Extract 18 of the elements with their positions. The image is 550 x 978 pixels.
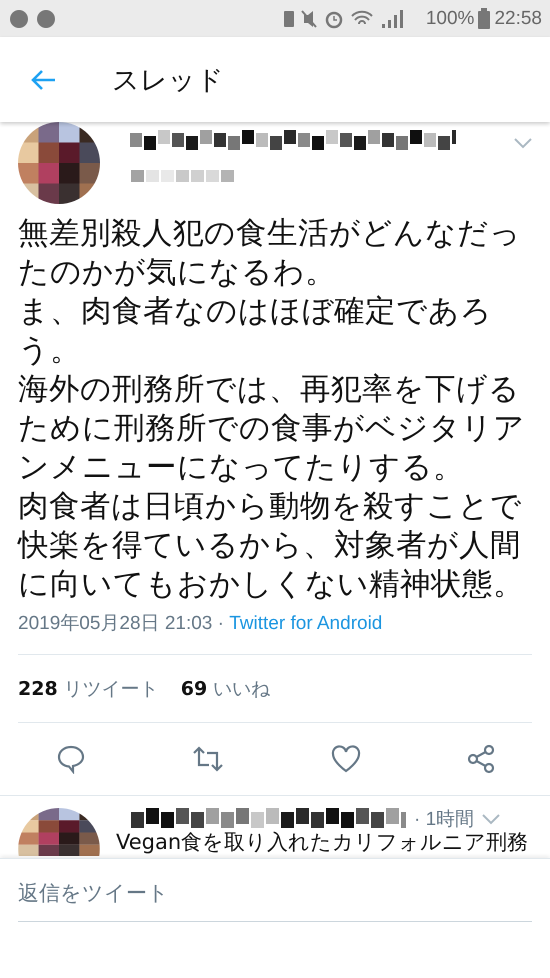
reply-text: Vegan食を取り入れたカリフォルニア刑務 — [116, 830, 530, 854]
like-count[interactable]: 69 いいね — [180, 676, 270, 702]
tweet-text: ま、肉食者なのはほぼ確定であろう。 — [18, 293, 493, 370]
screen-title: スレッド — [112, 64, 224, 98]
like-icon[interactable] — [330, 745, 361, 773]
share-icon[interactable] — [466, 744, 496, 774]
tweet-date: 2019年05月28日 21:03 · — [18, 613, 224, 634]
battery-text: 100% — [426, 8, 474, 30]
tweet-text: 肉食者は日頃から動物を殺すことで快楽を得ているから、対象者が人間に向いてもおかしくない精神状態。 — [18, 488, 525, 604]
tweet-text: 無差別殺人犯の食生活がどんなだったのかが気になるわ。 — [18, 215, 522, 292]
retweet-count[interactable]: 228 リツイート — [18, 676, 159, 702]
reply-icon[interactable] — [56, 744, 86, 774]
tweet-text: 海外の刑務所では、再犯率を下げるために刑務所での食事がベジタリアンメニューになってたりする。 — [18, 371, 526, 487]
back-arrow-icon[interactable] — [30, 68, 56, 90]
clock-text: 22:58 — [494, 8, 542, 30]
battery-icon — [478, 8, 490, 30]
reply-time: · 1時間 — [414, 808, 474, 832]
retweet-icon[interactable] — [191, 744, 226, 774]
